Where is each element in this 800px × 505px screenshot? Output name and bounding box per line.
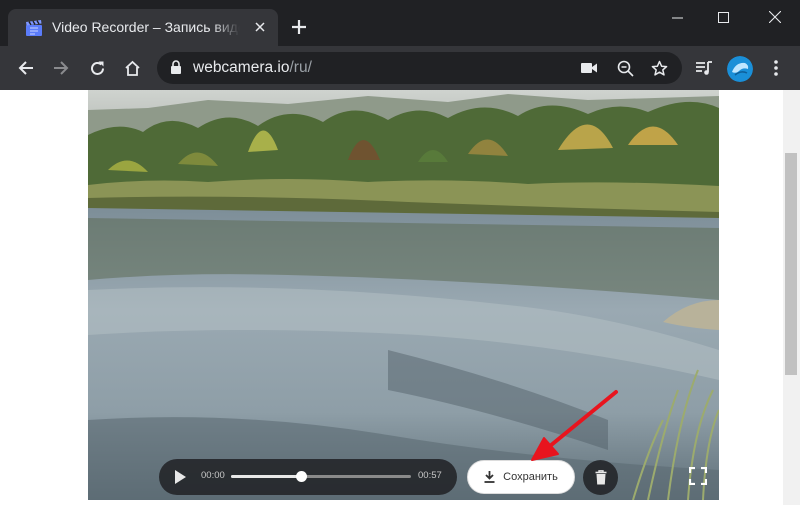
playlist-music-icon: [696, 61, 712, 75]
close-window-button[interactable]: [752, 0, 798, 34]
minimize-icon: [671, 17, 683, 18]
browser-title-bar: Video Recorder – Запись видео с: [0, 0, 800, 46]
trash-icon: [595, 470, 606, 485]
video-camera-icon: [581, 63, 597, 73]
camera-in-use-button[interactable]: [579, 58, 599, 78]
url-host: webcamera.io: [193, 59, 290, 76]
media-control-button[interactable]: [692, 56, 716, 80]
url-path: /ru/: [289, 59, 312, 76]
seek-bar-progress: [231, 475, 302, 478]
tab-title: Video Recorder – Запись видео с: [52, 19, 240, 35]
save-button-label: Сохранить: [503, 471, 558, 483]
duration-time: 00:57: [418, 470, 442, 481]
maximize-icon: [717, 11, 729, 23]
save-button[interactable]: Сохранить: [467, 460, 575, 494]
video-frame-lake: [88, 90, 719, 500]
fullscreen-icon[interactable]: [689, 467, 707, 485]
scrollbar-thumb[interactable]: [785, 153, 797, 375]
browser-menu-button[interactable]: [764, 56, 788, 80]
current-time: 00:00: [201, 470, 225, 481]
zoom-button[interactable]: [615, 58, 635, 78]
new-tab-button[interactable]: [288, 16, 310, 38]
clapperboard-icon: [26, 20, 42, 36]
minimize-button[interactable]: [654, 0, 700, 34]
avatar-image: [727, 56, 753, 82]
reload-button[interactable]: [85, 56, 109, 80]
delete-button[interactable]: [583, 460, 618, 495]
lock-icon[interactable]: [170, 60, 182, 75]
video-player[interactable]: [88, 90, 719, 500]
star-icon: [651, 60, 667, 76]
arrow-left-icon: [18, 61, 33, 75]
forward-button[interactable]: [49, 56, 73, 80]
plus-icon: [292, 20, 306, 34]
play-icon[interactable]: [173, 469, 187, 485]
zoom-out-icon: [617, 60, 634, 77]
download-icon: [484, 471, 495, 483]
video-controls-bar: 00:00 00:57: [159, 459, 457, 495]
profile-avatar[interactable]: [727, 56, 753, 82]
seek-bar[interactable]: [231, 471, 411, 482]
back-button[interactable]: [14, 56, 38, 80]
maximize-button[interactable]: [700, 0, 746, 34]
browser-tab[interactable]: Video Recorder – Запись видео с: [8, 9, 278, 46]
url-text[interactable]: webcamera.io/ru/: [193, 59, 312, 77]
more-vertical-icon: [774, 60, 778, 76]
address-bar[interactable]: webcamera.io/ru/: [157, 52, 682, 84]
home-button[interactable]: [120, 56, 144, 80]
reload-icon: [90, 61, 104, 75]
close-icon: [769, 11, 781, 23]
tab-close-icon[interactable]: [252, 19, 268, 35]
seek-handle[interactable]: [296, 471, 308, 482]
home-icon: [124, 60, 140, 76]
bookmark-button[interactable]: [649, 58, 669, 78]
arrow-right-icon: [54, 61, 69, 75]
